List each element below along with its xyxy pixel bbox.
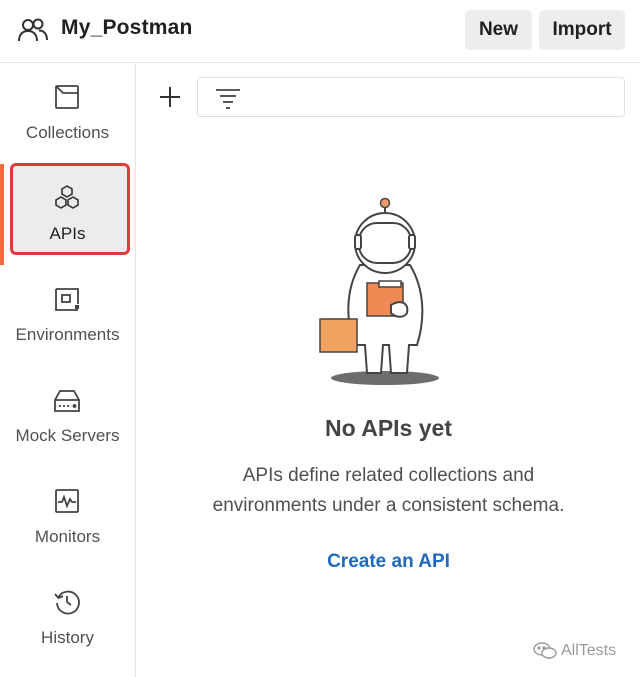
sidebar-item-monitors[interactable]: Monitors xyxy=(0,467,135,567)
app-header: My_Postman New Import xyxy=(0,0,640,63)
sidebar-item-mock-servers[interactable]: Mock Servers xyxy=(0,366,135,466)
sidebar-item-label: Mock Servers xyxy=(15,426,120,445)
sidebar-item-label: Monitors xyxy=(34,527,101,546)
mock-server-icon xyxy=(54,390,80,412)
sidebar-item-history[interactable]: History xyxy=(0,568,135,668)
collections-icon xyxy=(55,85,79,109)
filter-input[interactable] xyxy=(197,77,625,117)
empty-state-description-line: environments under a consistent schema. xyxy=(212,495,565,516)
workspace-name[interactable]: My_Postman xyxy=(61,16,193,40)
watermark-text: AllTests xyxy=(561,642,617,659)
environments-icon xyxy=(55,288,79,311)
people-icon xyxy=(18,18,48,42)
empty-state-description-line: APIs define related collections and xyxy=(242,465,535,486)
wechat-icon xyxy=(533,642,557,659)
sidebar-item-label: History xyxy=(41,628,94,647)
watermark: AllTests xyxy=(533,640,616,662)
sidebar-item-environments[interactable]: Environments xyxy=(0,265,135,365)
apis-icon xyxy=(55,185,79,209)
empty-state-title: No APIs yet xyxy=(325,415,452,441)
empty-state-description: APIs define related collections and envi… xyxy=(137,461,640,521)
import-button[interactable]: Import xyxy=(539,10,625,50)
history-icon xyxy=(54,590,80,615)
new-button[interactable]: New xyxy=(465,10,532,50)
astronaut-illustration xyxy=(319,197,439,385)
sidebar-item-apis[interactable]: APIs xyxy=(0,164,135,264)
sidebar-item-label: Collections xyxy=(25,123,110,142)
sidebar-item-label: Environments xyxy=(15,325,120,344)
sidebar-item-label: APIs xyxy=(49,224,86,243)
sidebar-item-collections[interactable]: Collections xyxy=(0,64,135,164)
plus-icon[interactable] xyxy=(158,85,182,109)
create-api-link[interactable]: Create an API xyxy=(137,551,640,573)
monitor-icon xyxy=(55,489,79,513)
filter-icon[interactable] xyxy=(215,87,241,109)
sidebar: Collections APIs Environments Mock Serve… xyxy=(0,64,136,677)
